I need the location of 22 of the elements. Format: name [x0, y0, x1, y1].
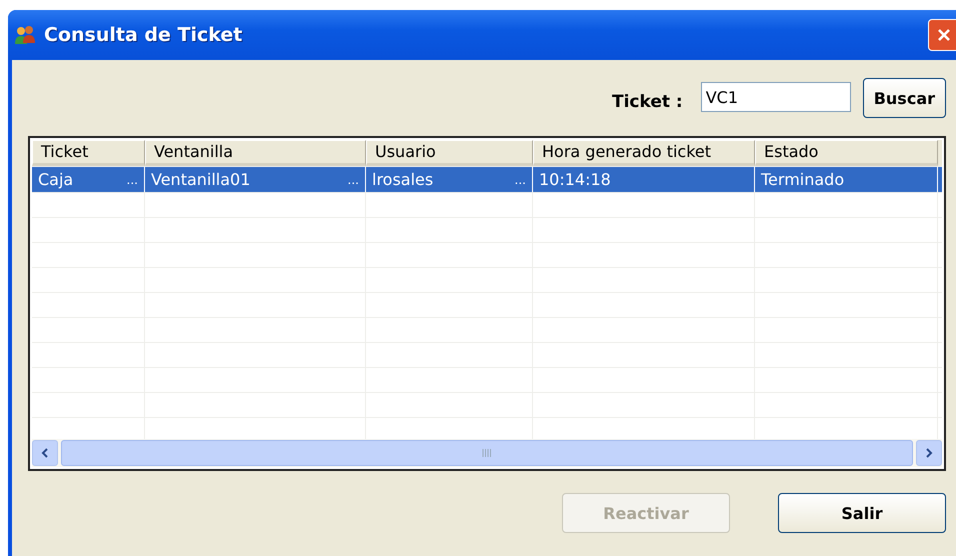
ellipsis-button[interactable]: ...: [514, 172, 532, 186]
grip-icon: [482, 449, 492, 457]
ellipsis-button[interactable]: ...: [348, 172, 365, 186]
search-button[interactable]: Buscar: [862, 78, 946, 118]
close-icon: [936, 27, 952, 43]
table-cell: lrosales: [372, 170, 434, 189]
table-cell: Caja: [38, 170, 74, 189]
dialog-button[interactable]: Salir: [778, 493, 946, 533]
window-title: Consulta de Ticket: [44, 24, 244, 46]
ticket-input[interactable]: VC1: [700, 82, 851, 112]
close-button[interactable]: [928, 19, 956, 51]
ellipsis-button[interactable]: ...: [126, 172, 144, 186]
ticket-label: Ticket :: [612, 92, 683, 112]
scroll-right-button[interactable]: [916, 440, 942, 466]
table-cell: Terminado: [761, 170, 844, 189]
scroll-left-button[interactable]: [32, 440, 58, 466]
table-cell: Ventanilla01: [151, 170, 250, 189]
table-cell: 10:14:18: [539, 170, 611, 189]
table-row[interactable]: Caja ... Ventanilla01 ... lrosales ... 10:14:18 Terminado: [32, 167, 942, 193]
chevron-left-icon: [41, 448, 49, 458]
users-icon: [14, 25, 36, 45]
chevron-right-icon: [925, 448, 933, 458]
